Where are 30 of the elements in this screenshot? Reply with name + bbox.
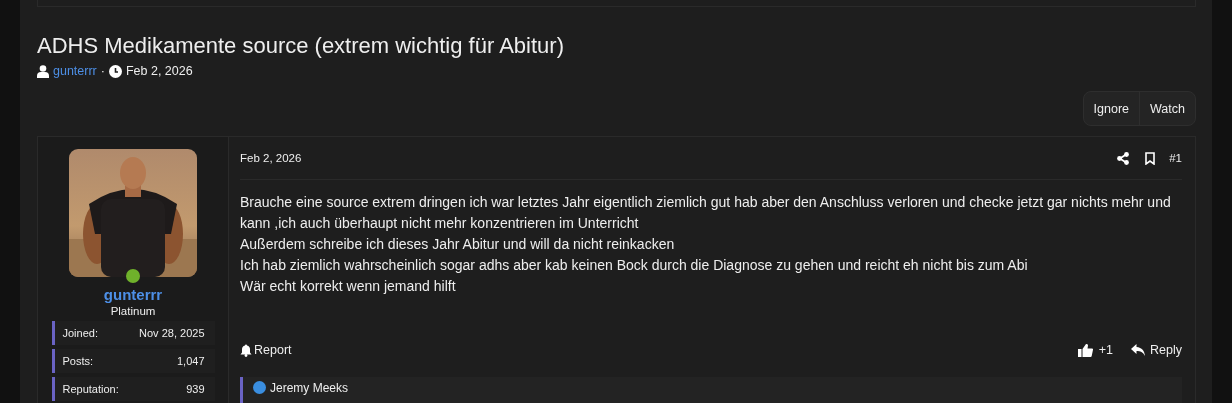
- separator: ·: [100, 64, 105, 78]
- report-link[interactable]: Report: [240, 343, 292, 357]
- thread-action-button[interactable]: Ignore: [1083, 92, 1140, 125]
- stat-label: Posts:: [62, 355, 94, 367]
- user-icon: [37, 64, 49, 78]
- stat-label: Joined:: [62, 327, 98, 339]
- stat-label: Reputation:: [62, 383, 119, 395]
- reaction-avatar-icon: [253, 381, 266, 394]
- stat-value: Nov 28, 2025: [139, 327, 205, 339]
- stat-value: 1,047: [176, 355, 205, 367]
- username[interactable]: gunterrr: [103, 286, 163, 303]
- reply-link[interactable]: Reply: [1131, 343, 1182, 357]
- clock-icon: [108, 64, 122, 78]
- thread-action-button[interactable]: Watch: [1139, 92, 1195, 125]
- author-link[interactable]: gunterrr: [53, 64, 97, 78]
- post-number-link[interactable]: #1: [1163, 152, 1182, 164]
- post-date: Feb 2, 2026: [240, 152, 302, 164]
- thread-date: Feb 2, 2026: [125, 64, 193, 78]
- thumbs-up-icon: [1077, 343, 1093, 357]
- post-text: Wär echt korrekt wenn jemand hilft: [240, 277, 457, 296]
- user-rank: Platinum: [110, 305, 156, 317]
- post-text: Ich hab ziemlich wahrscheinlich sogar adhs aber kab keinen Bock durch die Diagnose zu gehen und reicht eh nicht bis zum Abi: [240, 256, 1029, 275]
- reply-icon: [1131, 344, 1146, 356]
- post-text: Außerdem schreibe ich dieses Jahr Abitur und will da nicht reinkacken: [240, 235, 676, 254]
- stat-value: 939: [186, 383, 205, 395]
- reaction-user[interactable]: Jeremy Meeks: [270, 381, 349, 395]
- thread-title: ADHS Medikamente source (extrem wichtig für Abitur): [37, 32, 565, 60]
- bell-icon: [240, 343, 252, 357]
- post-text: Brauche eine source extrem dringen ich war letztes Jahr eigentlich ziemlich gut hab aber den Anschluss verloren und checke jetzt gar nichts mehr und kann ,ich auch überhaupt nicht mehr konzentrieren im Unterricht: [240, 193, 1172, 233]
- like-count: +1: [1098, 343, 1114, 357]
